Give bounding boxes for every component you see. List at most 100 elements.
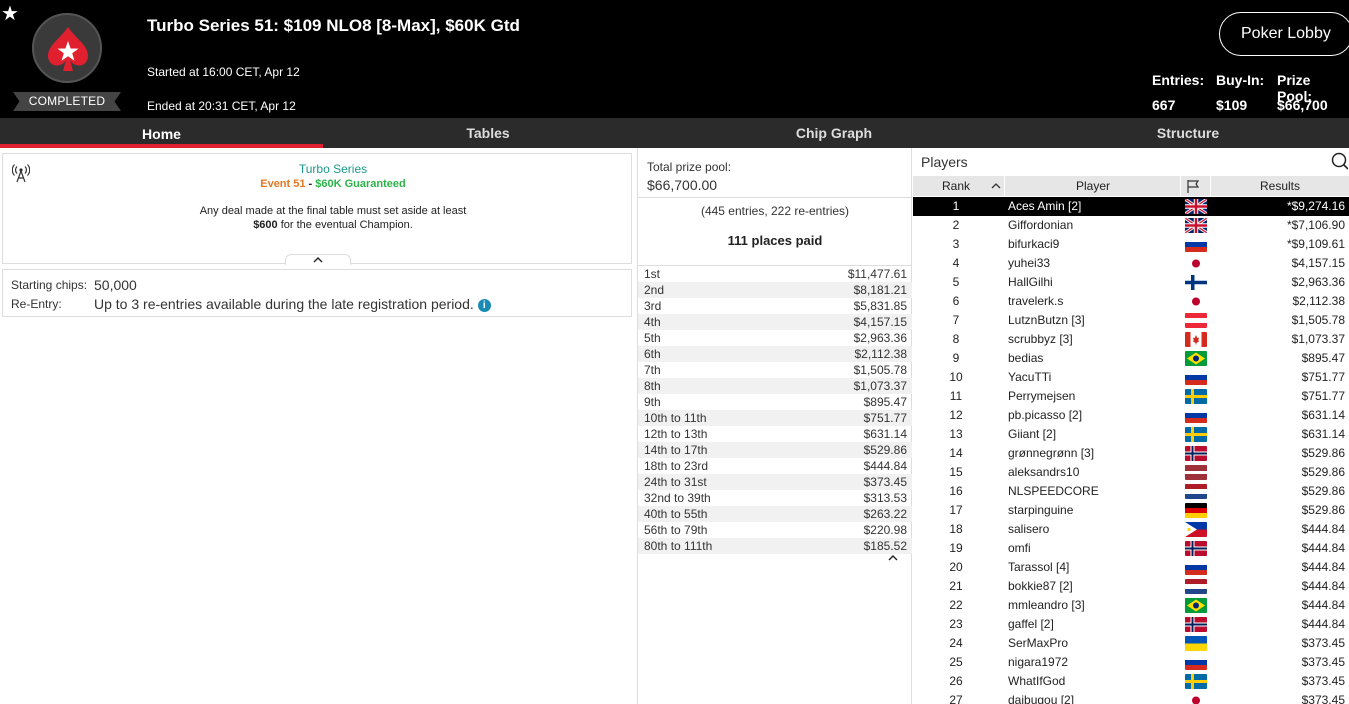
- player-row[interactable]: 13 Giiant [2] $631.14: [913, 425, 1349, 444]
- tab-structure[interactable]: Structure: [1028, 118, 1348, 148]
- player-row[interactable]: 18 salisero $444.84: [913, 520, 1349, 539]
- info-icon[interactable]: i: [477, 299, 491, 312]
- payout-place: 10th to 11th: [644, 411, 707, 425]
- payout-row: 56th to 79th $220.98: [638, 522, 912, 538]
- tournament-header: ★ COMPLETED Turbo Series 51: $109 NLO8 […: [0, 0, 1349, 118]
- total-prize-pool-label: Total prize pool:: [647, 160, 732, 174]
- player-row[interactable]: 10 YacuTTi $751.77: [913, 368, 1349, 387]
- country-flag-icon: [1185, 484, 1207, 499]
- country-flag-icon: [1185, 636, 1207, 651]
- player-row[interactable]: 12 pb.picasso [2] $631.14: [913, 406, 1349, 425]
- column-results[interactable]: Results: [1211, 176, 1349, 196]
- payout-row: 9th $895.47: [638, 394, 912, 410]
- event-dash: -: [305, 178, 316, 190]
- tab-chip-graph[interactable]: Chip Graph: [674, 118, 994, 148]
- player-row[interactable]: 22 mmleandro [3] $444.84: [913, 596, 1349, 615]
- player-row[interactable]: 17 starpinguine $529.86: [913, 501, 1349, 520]
- player-result: $373.45: [1301, 693, 1345, 704]
- player-row[interactable]: 14 grønnegrønn [3] $529.86: [913, 444, 1349, 463]
- status-badge: COMPLETED: [13, 92, 121, 111]
- reentry-text: Up to 3 re-entries available during the …: [94, 296, 474, 312]
- players-panel: Players Rank Player Results 1 Aces Amin […: [913, 148, 1349, 704]
- player-rank: 23: [949, 617, 963, 631]
- sort-ascending-icon[interactable]: [991, 176, 1001, 196]
- country-flag-icon: [1185, 275, 1207, 290]
- player-row[interactable]: 11 Perrymejsen $751.77: [913, 387, 1349, 406]
- player-row[interactable]: 20 Tarassol [4] $444.84: [913, 558, 1349, 577]
- country-flag-icon: [1185, 465, 1207, 480]
- column-rank[interactable]: Rank: [913, 176, 999, 196]
- player-row[interactable]: 8 scrubbyz [3] $1,073.37: [913, 330, 1349, 349]
- collapse-payouts-button[interactable]: [888, 553, 898, 564]
- player-result: $529.86: [1301, 446, 1345, 460]
- starting-chips-value: 50,000: [94, 277, 137, 293]
- player-rank: 22: [949, 598, 963, 612]
- player-result: *$9,274.16: [1286, 199, 1345, 213]
- tab-home[interactable]: Home: [0, 118, 323, 148]
- player-name: NLSPEEDCORE: [1008, 484, 1099, 498]
- column-country-flag-icon[interactable]: [1185, 176, 1207, 196]
- player-row[interactable]: 27 daibugou [2] $373.45: [913, 691, 1349, 704]
- player-name: WhatIfGod: [1008, 674, 1066, 688]
- payout-row: 14th to 17th $529.86: [638, 442, 912, 458]
- player-name: aleksandrs10: [1008, 465, 1080, 479]
- player-row[interactable]: 23 gaffel [2] $444.84: [913, 615, 1349, 634]
- spade-icon: [48, 27, 88, 71]
- event-line: Event 51 - $60K Guaranteed: [3, 178, 663, 190]
- country-flag-icon: [1185, 579, 1207, 594]
- player-row[interactable]: 6 travelerk.s $2,112.38: [913, 292, 1349, 311]
- player-row[interactable]: 25 nigara1972 $373.45: [913, 653, 1349, 672]
- player-row[interactable]: 5 HallGilhi $2,963.36: [913, 273, 1349, 292]
- player-result: $1,073.37: [1291, 332, 1345, 346]
- player-result: $373.45: [1301, 636, 1345, 650]
- column-player[interactable]: Player: [1005, 176, 1181, 196]
- player-name: gaffel [2]: [1008, 617, 1054, 631]
- player-name: Giffordonian: [1008, 218, 1074, 232]
- player-row[interactable]: 19 omfi $444.84: [913, 539, 1349, 558]
- favorite-star-icon[interactable]: ★: [1, 4, 19, 24]
- player-result: $2,112.38: [1292, 294, 1346, 308]
- player-row[interactable]: 9 bedias $895.47: [913, 349, 1349, 368]
- player-result: $529.86: [1301, 484, 1345, 498]
- payout-place: 80th to 111th: [644, 539, 713, 553]
- player-name: LutznButzn [3]: [1008, 313, 1085, 327]
- payout-place: 8th: [644, 379, 661, 393]
- payout-row: 2nd $8,181.21: [638, 282, 912, 298]
- country-flag-icon: [1185, 560, 1207, 575]
- player-result: $751.77: [1301, 370, 1345, 384]
- player-row[interactable]: 15 aleksandrs10 $529.86: [913, 463, 1349, 482]
- player-row[interactable]: 24 SerMaxPro $373.45: [913, 634, 1349, 653]
- search-icon[interactable]: [1330, 152, 1348, 170]
- payout-place: 2nd: [644, 283, 665, 297]
- series-name: Turbo Series: [298, 162, 368, 176]
- payout-amount: $631.14: [863, 427, 907, 441]
- payout-row: 7th $1,505.78: [638, 362, 912, 378]
- country-flag-icon: [1185, 617, 1207, 632]
- player-row[interactable]: 3 bifurkaci9 *$9,109.61: [913, 235, 1349, 254]
- buyin-label: Buy-In:: [1216, 72, 1265, 88]
- country-flag-icon: [1185, 674, 1207, 689]
- country-flag-icon: [1185, 237, 1207, 252]
- payout-row: 24th to 31st $373.45: [638, 474, 912, 490]
- deal-rule-line1: Any deal made at the final table must se…: [199, 205, 467, 217]
- poker-lobby-button[interactable]: Poker Lobby: [1219, 12, 1349, 56]
- payout-amount: $8,181.21: [853, 283, 907, 297]
- collapse-info-button[interactable]: [285, 254, 351, 265]
- player-row[interactable]: 7 LutznButzn [3] $1,505.78: [913, 311, 1349, 330]
- player-rank: 8: [952, 332, 960, 346]
- country-flag-icon: [1185, 256, 1207, 271]
- player-result: *$9,109.61: [1286, 237, 1345, 251]
- payout-place: 40th to 55th: [644, 507, 708, 521]
- tab-tables[interactable]: Tables: [328, 118, 648, 148]
- player-row[interactable]: 2 Giffordonian *$7,106.90: [913, 216, 1349, 235]
- player-row[interactable]: 4 yuhei33 $4,157.15: [913, 254, 1349, 273]
- player-row[interactable]: 26 WhatIfGod $373.45: [913, 672, 1349, 691]
- player-row[interactable]: 16 NLSPEEDCORE $529.86: [913, 482, 1349, 501]
- player-row[interactable]: 21 bokkie87 [2] $444.84: [913, 577, 1349, 596]
- player-name: Perrymejsen: [1008, 389, 1076, 403]
- player-row[interactable]: 1 Aces Amin [2] *$9,274.16: [913, 197, 1349, 216]
- payout-amount: $751.77: [863, 411, 907, 425]
- player-rank: 11: [949, 389, 963, 403]
- country-flag-icon: [1185, 503, 1207, 518]
- payout-place: 4th: [644, 315, 661, 329]
